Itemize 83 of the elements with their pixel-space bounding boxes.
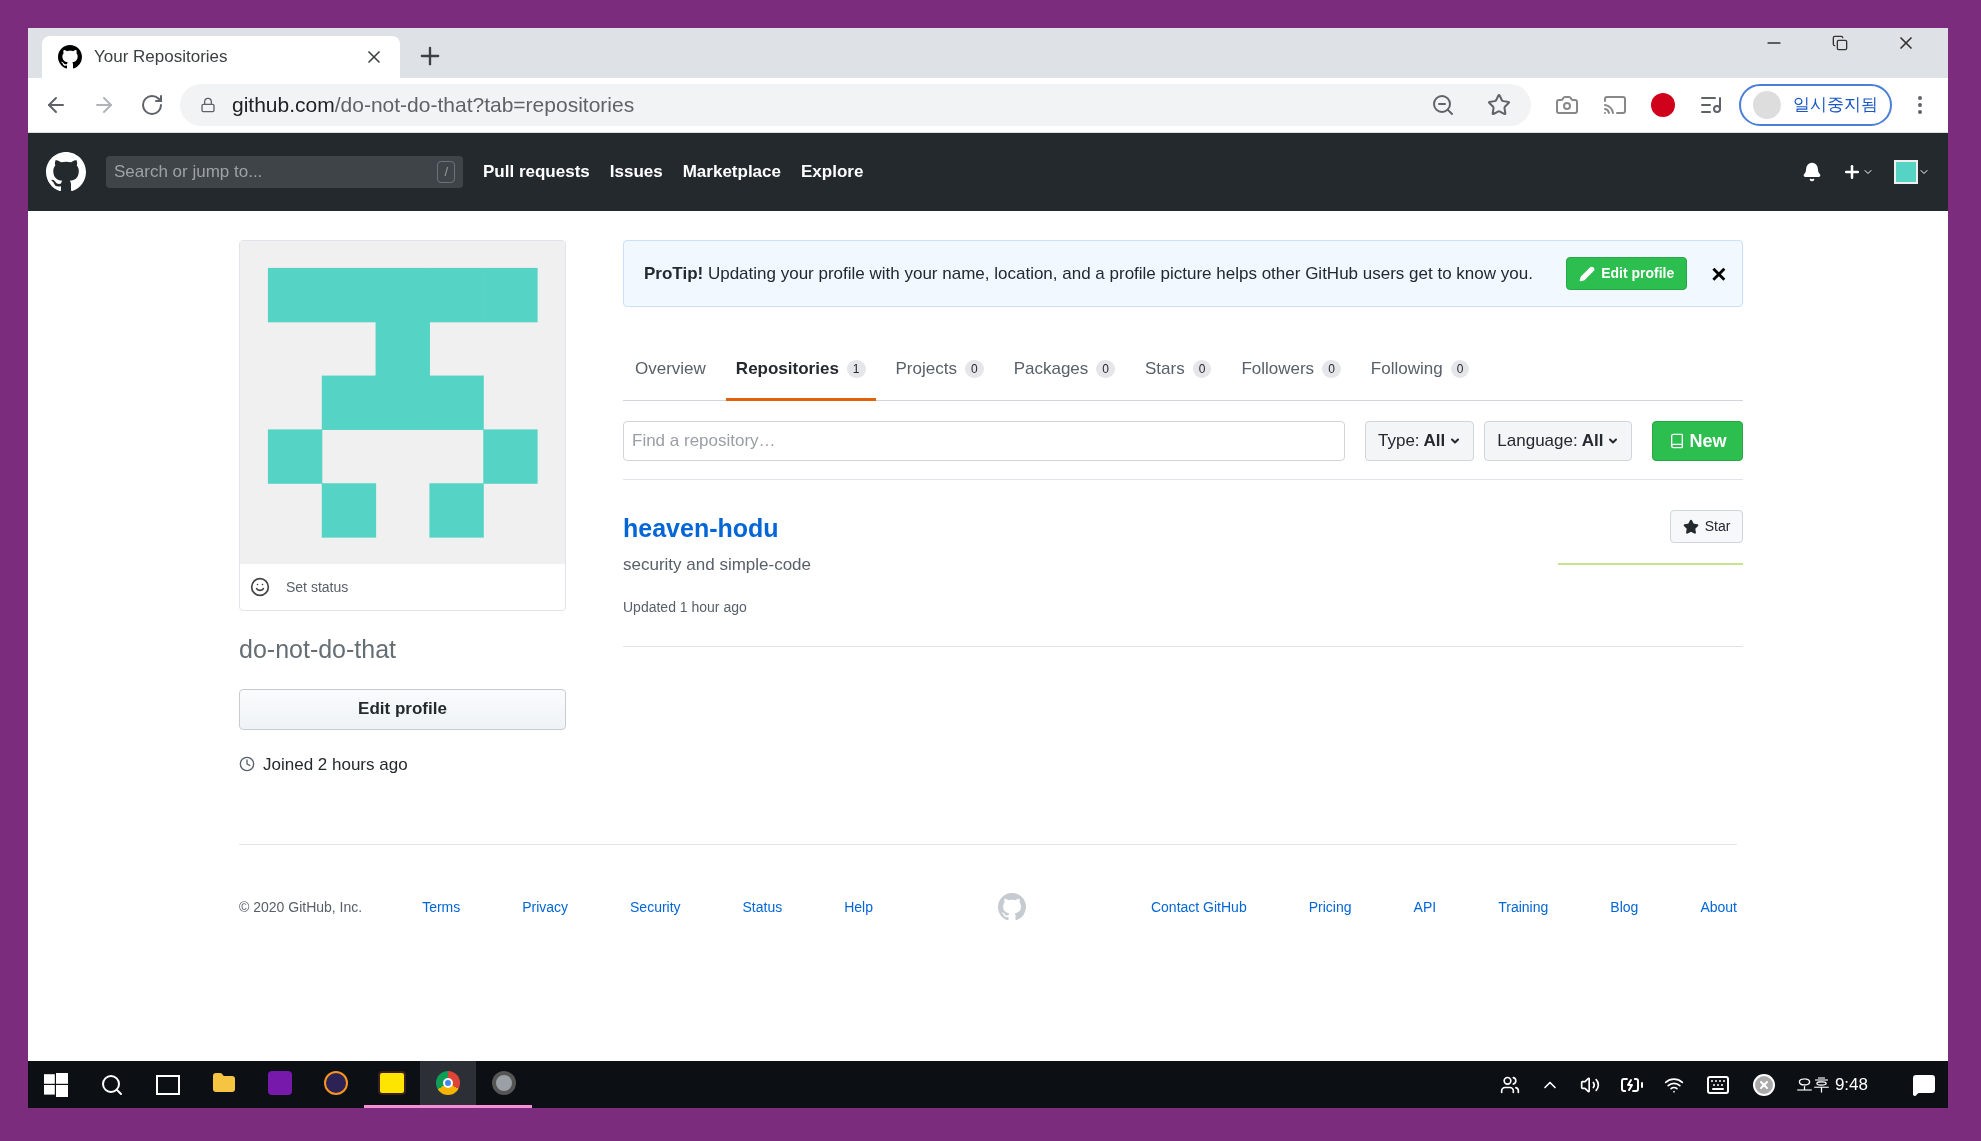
repository-description: security and simple-code — [623, 553, 813, 576]
user-menu[interactable] — [1894, 160, 1930, 184]
footer-link[interactable]: Contact GitHub — [1150, 896, 1247, 918]
star-button[interactable]: Star — [1669, 510, 1744, 543]
copyright-text: © 2020 GitHub, Inc. — [239, 897, 363, 917]
footer-link[interactable]: Security — [630, 896, 681, 918]
book-icon — [1669, 433, 1686, 449]
zoom-out-icon[interactable] — [1431, 93, 1455, 117]
nav-link[interactable]: Pull requests — [483, 159, 590, 185]
taskbar-app[interactable] — [420, 1061, 476, 1108]
edit-profile-button[interactable]: Edit profile — [239, 688, 566, 730]
joined-text: Joined 2 hours ago — [263, 753, 408, 776]
cast-icon[interactable] — [1603, 93, 1627, 117]
search-icon — [100, 1072, 124, 1097]
notifications-icon[interactable] — [1802, 162, 1822, 182]
folder-icon — [212, 1071, 236, 1095]
profile-button[interactable]: 일시중지됨 — [1739, 84, 1892, 126]
close-button[interactable]: × — [1711, 260, 1727, 287]
profile-tab[interactable]: Repositories 1 — [725, 340, 876, 401]
chrome-icon — [436, 1071, 460, 1095]
pencil-icon — [1579, 265, 1596, 282]
footer-link[interactable]: Terms — [422, 896, 461, 918]
plus-icon — [1842, 162, 1862, 182]
updated-text: Updated 1 hour ago — [623, 598, 748, 617]
bookmark-star-icon[interactable] — [1487, 93, 1511, 117]
protip-text: ProTip! Updating your profile with your name, location, and a profile picture helps other GitHub users get to know you. — [644, 262, 1534, 285]
count-badge: 1 — [846, 360, 866, 378]
lock-icon — [200, 97, 216, 113]
profile-tab[interactable]: Stars 0 — [1135, 340, 1222, 401]
nav-link[interactable]: Marketplace — [682, 159, 781, 185]
footer-link[interactable]: Blog — [1610, 896, 1639, 918]
count-badge: 0 — [1096, 360, 1115, 378]
address-bar[interactable]: github.com/do-not-do-that?tab=repositories — [180, 84, 1531, 126]
create-menu[interactable] — [1842, 162, 1874, 182]
camera-icon[interactable] — [1555, 93, 1579, 117]
browser-tab[interactable]: Your Repositories — [42, 36, 400, 78]
reload-icon[interactable] — [140, 93, 164, 117]
count-badge: 0 — [1322, 360, 1341, 378]
profile-tab[interactable]: Overview — [625, 340, 716, 401]
star-icon — [1682, 518, 1699, 535]
footer-link[interactable]: Status — [742, 896, 783, 918]
footer-link[interactable]: Help — [844, 896, 873, 918]
profile-tab[interactable]: Packages 0 — [1003, 340, 1125, 401]
nav-link[interactable]: Explore — [801, 159, 864, 185]
count-badge: 0 — [964, 360, 984, 378]
url-text: github.com/do-not-do-that?tab=repositories — [232, 92, 635, 119]
footer-link[interactable]: Training — [1498, 896, 1549, 918]
footer-link[interactable]: Privacy — [522, 896, 569, 918]
footer-link[interactable]: API — [1413, 896, 1437, 918]
repository-link[interactable]: heaven-hodu — [623, 510, 1559, 548]
count-badge: 0 — [1450, 360, 1470, 378]
profile-tab[interactable]: Followers 0 — [1231, 340, 1351, 401]
footer-link[interactable]: About — [1700, 896, 1737, 918]
profile-tab[interactable]: Projects 0 — [885, 340, 994, 401]
cancel-icon[interactable] — [1752, 1072, 1777, 1097]
clock-text[interactable]: 오후 9:48 — [1796, 1071, 1868, 1098]
search-placeholder: Search or jump to... — [114, 161, 264, 184]
search-field[interactable]: Search or jump to... / — [106, 156, 463, 188]
language-filter-button[interactable]: Language: All — [1484, 421, 1633, 461]
speaker-icon[interactable] — [1580, 1074, 1601, 1095]
smiley-icon[interactable] — [250, 577, 270, 597]
clock-icon — [239, 756, 255, 773]
tab-title: Your Repositories — [94, 46, 229, 69]
extension-icon[interactable] — [1651, 93, 1675, 117]
github-logo-icon — [58, 45, 82, 69]
nav-link[interactable]: Issues — [609, 159, 663, 185]
count-badge: 0 — [1192, 360, 1212, 378]
avatar-icon — [1753, 91, 1781, 119]
avatar-icon — [1894, 160, 1918, 184]
profile-tab[interactable]: Following 0 — [1360, 340, 1480, 401]
shortcut-key: / — [437, 161, 455, 183]
repository-search-field[interactable]: Find a repository… — [623, 421, 1345, 461]
notification-icon[interactable] — [1912, 1072, 1936, 1097]
username: do-not-do-that — [239, 634, 398, 665]
github-logo-icon — [997, 893, 1026, 921]
github-logo-icon — [46, 152, 86, 192]
footer-link[interactable]: Pricing — [1308, 896, 1352, 918]
set-status-link[interactable]: Set status — [286, 576, 349, 598]
task-view-icon — [156, 1074, 180, 1095]
windows-logo-icon — [44, 1072, 68, 1097]
restore-icon[interactable] — [1832, 35, 1848, 51]
type-filter-button[interactable]: Type: All — [1365, 421, 1475, 461]
people-icon[interactable] — [1500, 1074, 1521, 1095]
